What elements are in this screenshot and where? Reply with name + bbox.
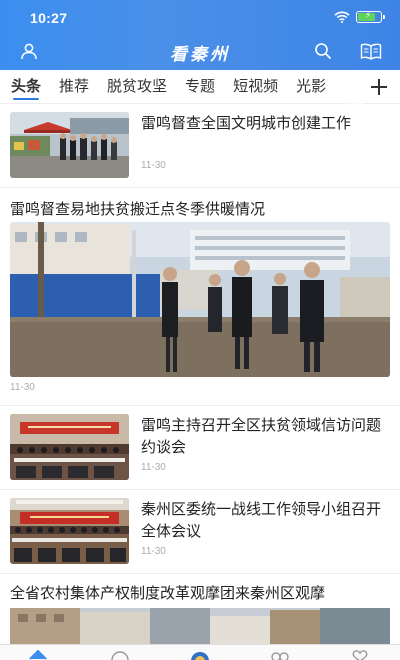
list-item[interactable]: 雷鸣主持召开全区扶贫领域信访问题约谈会 11-30 <box>0 406 400 490</box>
tab-headlines[interactable]: 头条 <box>0 70 50 104</box>
home-icon[interactable] <box>28 649 48 660</box>
news-date: 11-30 <box>10 382 35 393</box>
app-screen: 10:27 ⚡ 看秦州 头条 推荐 脱贫攻坚 专题 短视频 光影 雷鸣督查全国文… <box>0 0 400 660</box>
news-feed: 雷鸣督查全国文明城市创建工作 11-30 雷鸣督查易地扶贫搬迁点冬季供暖情况 1… <box>0 104 400 644</box>
news-date: 11-30 <box>141 160 166 171</box>
battery-icon: ⚡ <box>356 11 385 23</box>
news-photo <box>10 608 390 644</box>
app-title: 看秦州 <box>170 45 230 65</box>
heart-icon[interactable] <box>350 649 370 660</box>
news-thumbnail <box>10 414 129 480</box>
bottom-tab-bar <box>0 644 400 660</box>
news-date: 11-30 <box>141 462 166 473</box>
list-item[interactable]: 雷鸣督查全国文明城市创建工作 11-30 <box>0 104 400 188</box>
list-item[interactable]: 全省农村集体产权制度改革观摩团来秦州区观摩 <box>0 574 400 644</box>
status-icons: ⚡ <box>334 11 385 23</box>
status-time: 10:27 <box>30 10 68 26</box>
wifi-icon <box>334 11 350 23</box>
news-title: 全省农村集体产权制度改革观摩团来秦州区观摩 <box>10 584 326 602</box>
tab-recommended[interactable]: 推荐 <box>50 70 98 104</box>
search-icon[interactable] <box>314 42 332 60</box>
play-icon[interactable] <box>110 649 130 660</box>
news-thumbnail <box>10 498 129 564</box>
tab-short-video[interactable]: 短视频 <box>224 70 287 104</box>
book-icon[interactable] <box>360 42 382 60</box>
tab-poverty[interactable]: 脱贫攻坚 <box>98 70 176 104</box>
service-icon[interactable] <box>270 649 290 660</box>
header: 10:27 ⚡ 看秦州 <box>0 0 400 70</box>
tab-gallery[interactable]: 光影 <box>287 70 335 104</box>
add-icon[interactable] <box>368 76 390 98</box>
tab-topics[interactable]: 专题 <box>176 70 224 104</box>
tab-track: 头条 推荐 脱贫攻坚 专题 短视频 光影 <box>0 70 362 104</box>
news-title: 秦州区委统一战线工作领导小组召开全体会议 <box>141 500 382 540</box>
news-title: 雷鸣督查易地扶贫搬迁点冬季供暖情况 <box>10 200 266 218</box>
center-logo-icon[interactable] <box>190 649 210 660</box>
news-photo <box>10 222 390 377</box>
news-date: 11-30 <box>141 546 166 557</box>
news-title: 雷鸣督查全国文明城市创建工作 <box>141 114 352 132</box>
list-item[interactable]: 雷鸣督查易地扶贫搬迁点冬季供暖情况 11-30 <box>0 188 400 406</box>
news-title: 雷鸣主持召开全区扶贫领域信访问题约谈会 <box>141 416 382 456</box>
list-item[interactable]: 秦州区委统一战线工作领导小组召开全体会议 11-30 <box>0 490 400 574</box>
channel-tabs: 头条 推荐 脱贫攻坚 专题 短视频 光影 <box>0 70 400 104</box>
news-thumbnail <box>10 112 129 178</box>
